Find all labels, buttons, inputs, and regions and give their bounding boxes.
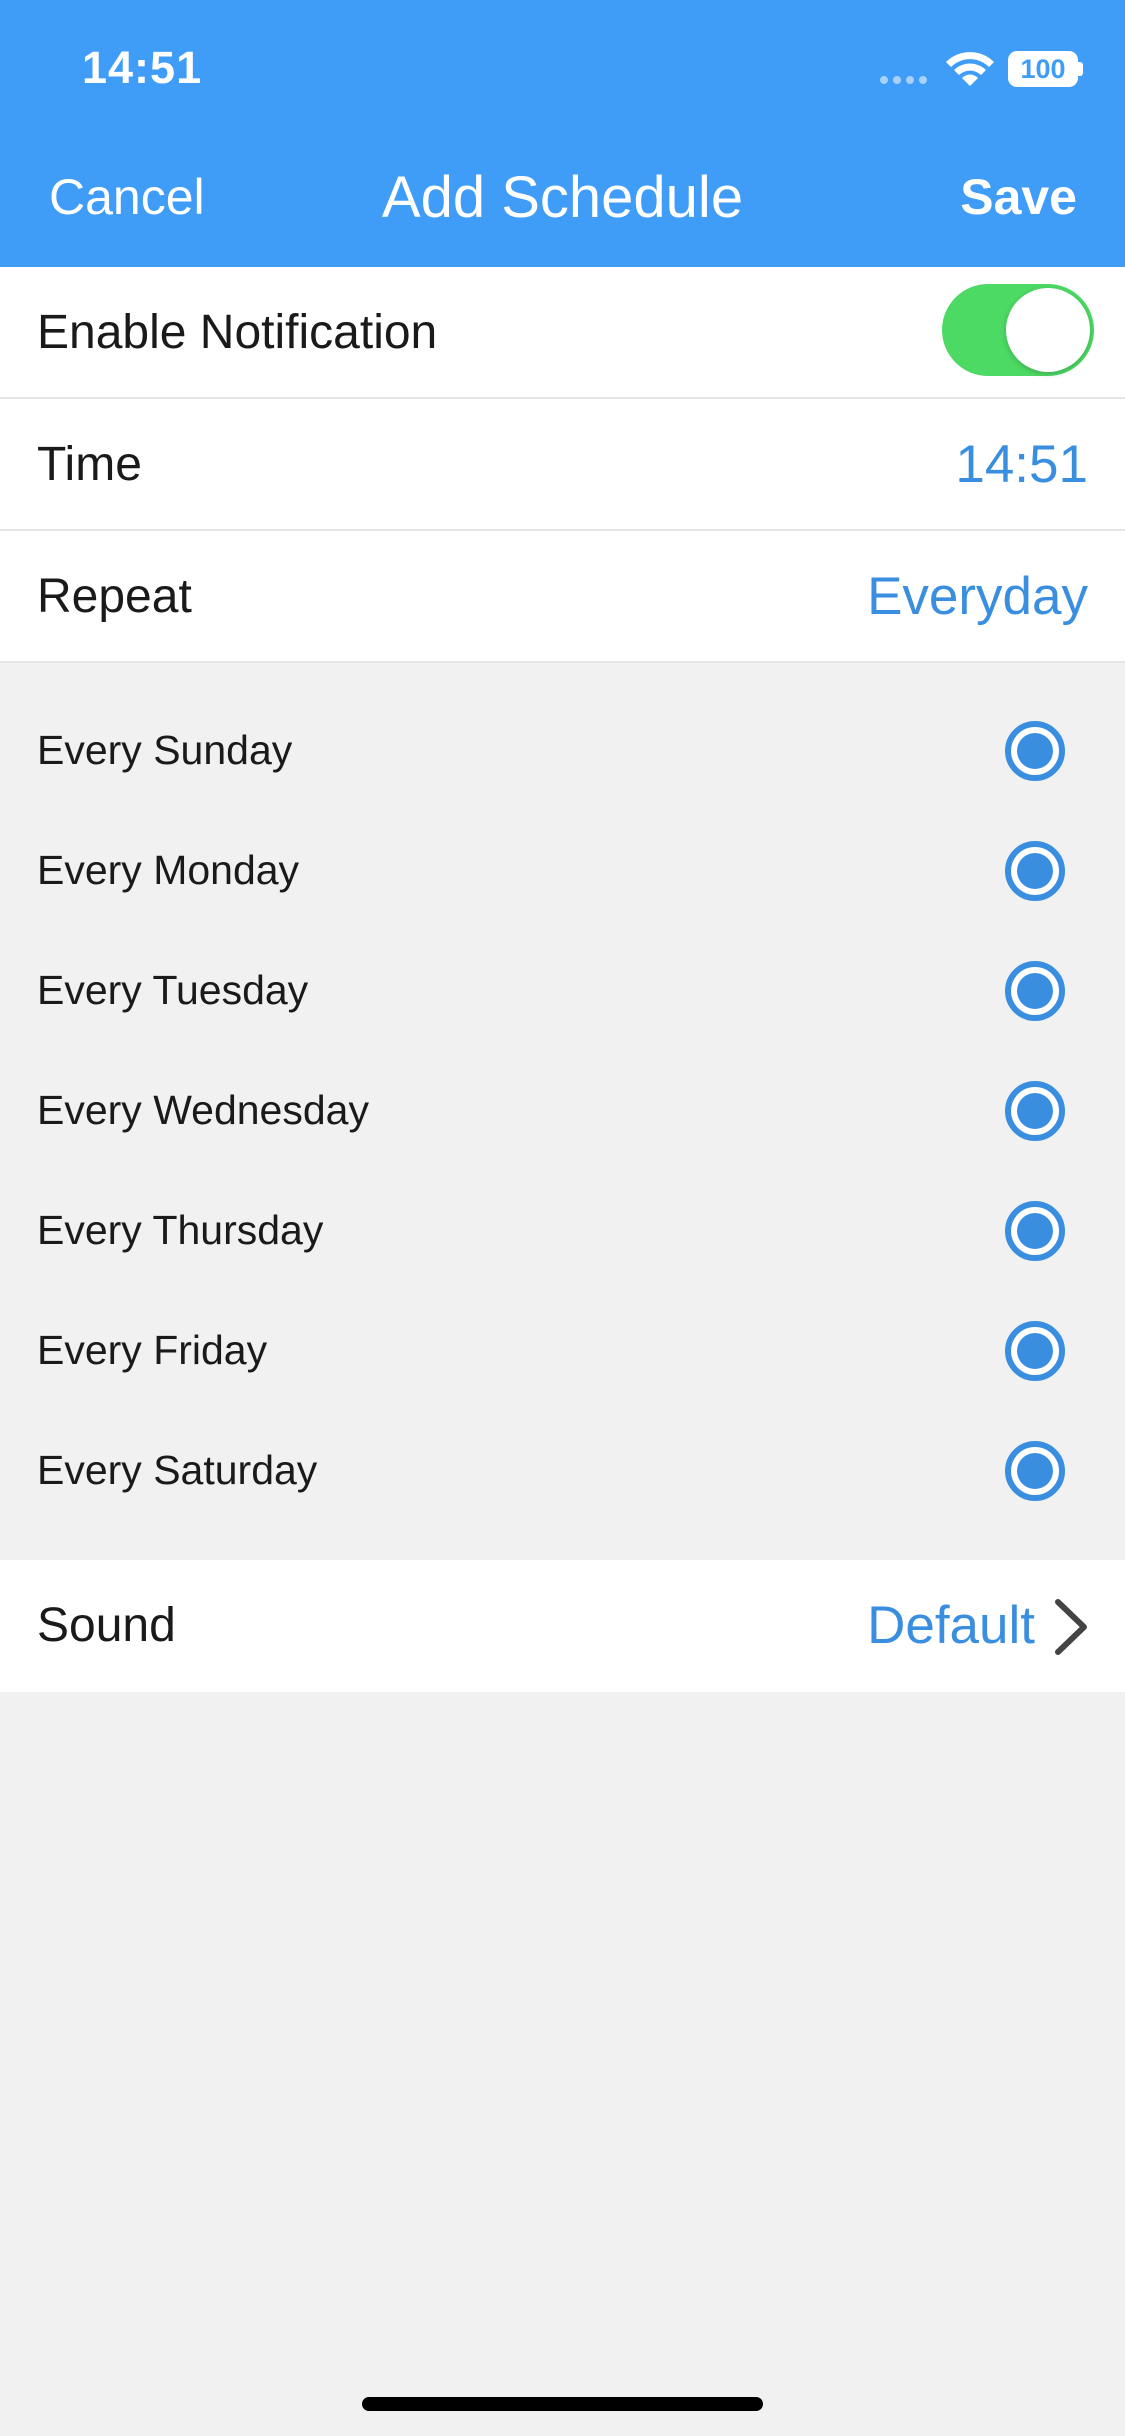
day-label: Every Thursday	[37, 1207, 324, 1253]
day-row-sunday[interactable]: Every Sunday	[0, 690, 1125, 810]
day-label: Every Sunday	[37, 727, 293, 773]
day-row-friday[interactable]: Every Friday	[0, 1290, 1125, 1410]
battery-icon: 100	[1008, 51, 1078, 87]
repeat-label: Repeat	[37, 570, 192, 623]
radio-selected-icon[interactable]	[1005, 1441, 1065, 1501]
enable-notification-toggle[interactable]	[942, 284, 1094, 376]
save-button[interactable]: Save	[960, 168, 1077, 226]
enable-notification-label: Enable Notification	[37, 306, 438, 359]
home-indicator	[362, 2397, 763, 2411]
sound-label: Sound	[37, 1599, 176, 1652]
sound-row[interactable]: Sound Default	[0, 1560, 1125, 1692]
cellular-signal-icon	[880, 76, 927, 84]
day-row-saturday[interactable]: Every Saturday	[0, 1410, 1125, 1530]
time-label: Time	[37, 438, 142, 491]
day-label: Every Wednesday	[37, 1087, 369, 1133]
toggle-knob	[1006, 288, 1090, 372]
repeat-row[interactable]: Repeat Everyday	[0, 531, 1125, 663]
radio-selected-icon[interactable]	[1005, 1321, 1065, 1381]
radio-selected-icon[interactable]	[1005, 961, 1065, 1021]
chevron-right-icon	[1055, 1599, 1087, 1655]
radio-selected-icon[interactable]	[1005, 1081, 1065, 1141]
day-row-tuesday[interactable]: Every Tuesday	[0, 930, 1125, 1050]
time-value[interactable]: 14:51	[955, 399, 1088, 531]
day-label: Every Saturday	[37, 1447, 318, 1493]
header-bar: 14:51 100 Add Schedule Cancel Save	[0, 0, 1125, 267]
day-label: Every Monday	[37, 847, 300, 893]
day-label: Every Friday	[37, 1327, 268, 1373]
repeat-value[interactable]: Everyday	[867, 531, 1088, 663]
battery-cap	[1078, 62, 1083, 76]
day-label: Every Tuesday	[37, 967, 309, 1013]
day-row-monday[interactable]: Every Monday	[0, 810, 1125, 930]
battery-level: 100	[1020, 53, 1066, 84]
status-bar-time: 14:51	[82, 42, 203, 93]
time-row[interactable]: Time 14:51	[0, 399, 1125, 531]
radio-selected-icon[interactable]	[1005, 721, 1065, 781]
wifi-icon	[946, 52, 994, 86]
cancel-button[interactable]: Cancel	[49, 168, 205, 226]
day-row-thursday[interactable]: Every Thursday	[0, 1170, 1125, 1290]
add-schedule-screen: 14:51 100 Add Schedule Cancel Save Enabl…	[0, 0, 1125, 2436]
radio-selected-icon[interactable]	[1005, 841, 1065, 901]
day-row-wednesday[interactable]: Every Wednesday	[0, 1050, 1125, 1170]
sound-value[interactable]: Default	[867, 1560, 1035, 1692]
radio-selected-icon[interactable]	[1005, 1201, 1065, 1261]
